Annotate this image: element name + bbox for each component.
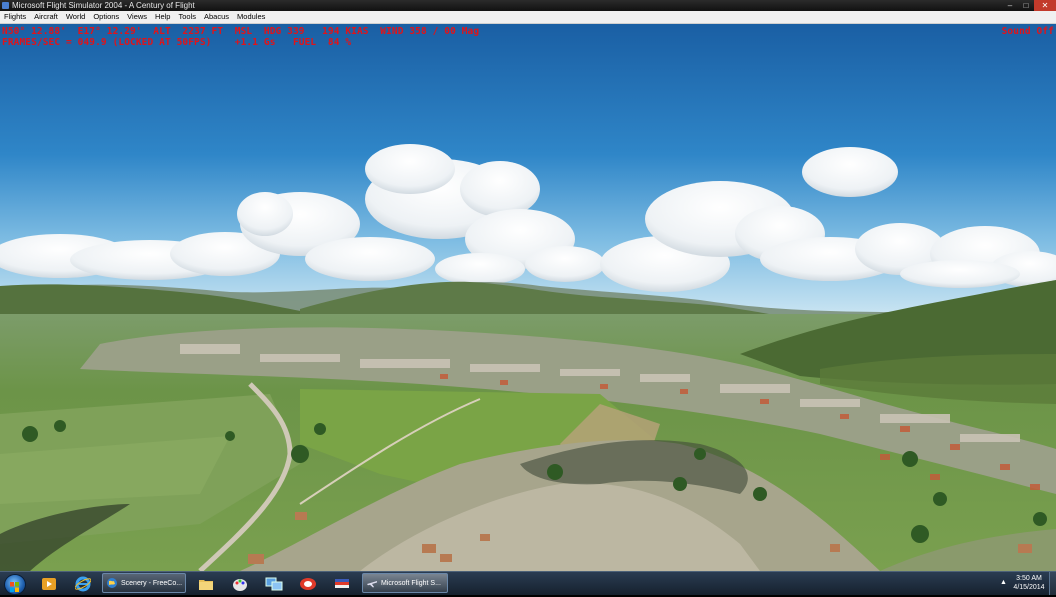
airplane-icon	[366, 577, 378, 589]
start-button[interactable]	[4, 574, 26, 595]
menu-views[interactable]: Views	[123, 11, 151, 23]
menu-options[interactable]: Options	[89, 11, 123, 23]
windows-taskbar: Scenery - FreeCo... Microsoft Flight S..…	[0, 571, 1056, 595]
minimize-button[interactable]: –	[1002, 0, 1018, 11]
menu-abacus[interactable]: Abacus	[200, 11, 233, 23]
window-title-bar[interactable]: Microsoft Flight Simulator 2004 - A Cent…	[0, 0, 1056, 11]
taskbar-task-scenery[interactable]: Scenery - FreeCo...	[102, 573, 186, 593]
hud-position-line: N50° 12.88' E17° 12.29' ALT 2237 FT MSL …	[2, 26, 480, 37]
clock-time: 3:50 AM	[1016, 575, 1042, 582]
windows-logo-icon	[10, 579, 19, 592]
menu-modules[interactable]: Modules	[233, 11, 269, 23]
menu-aircraft[interactable]: Aircraft	[30, 11, 62, 23]
tray-expand-arrow[interactable]: ▲	[1000, 579, 1007, 586]
media-player-icon[interactable]	[36, 574, 62, 593]
scenery-illustration	[0, 24, 1056, 571]
hud-sound-status: Sound Off	[1001, 26, 1054, 37]
maximize-button[interactable]: □	[1018, 0, 1034, 11]
internet-explorer-icon[interactable]	[70, 574, 96, 593]
close-button[interactable]: ✕	[1034, 0, 1056, 11]
taskbar-task-label: Scenery - FreeCo...	[121, 580, 183, 587]
menu-bar: Flights Aircraft World Options Views Hel…	[0, 11, 1056, 24]
flight-scenery-view[interactable]	[0, 24, 1056, 571]
system-clock[interactable]: 3:50 AM 4/15/2014	[1010, 574, 1048, 592]
menu-help[interactable]: Help	[151, 11, 174, 23]
folder-icon[interactable]	[193, 574, 219, 593]
taskbar-task-label: Microsoft Flight S...	[381, 580, 441, 587]
show-desktop-button[interactable]	[1049, 572, 1056, 595]
app-icon	[2, 2, 9, 9]
menu-tools[interactable]: Tools	[174, 11, 200, 23]
menu-world[interactable]: World	[62, 11, 89, 23]
globe-icon	[106, 577, 118, 589]
menu-flights[interactable]: Flights	[0, 11, 30, 23]
window-title: Microsoft Flight Simulator 2004 - A Cent…	[12, 1, 195, 10]
paint-icon[interactable]	[227, 574, 253, 593]
clock-date: 4/15/2014	[1013, 584, 1045, 591]
taskbar-task-flight-simulator[interactable]: Microsoft Flight S...	[362, 573, 448, 593]
hud-performance-line: FRAMES/SEC = 049.9 (LOCKED AT 50FPS) +1.…	[2, 37, 352, 48]
flag-icon[interactable]	[329, 574, 355, 593]
game-icon[interactable]	[295, 574, 321, 593]
network-icon[interactable]	[261, 574, 287, 593]
